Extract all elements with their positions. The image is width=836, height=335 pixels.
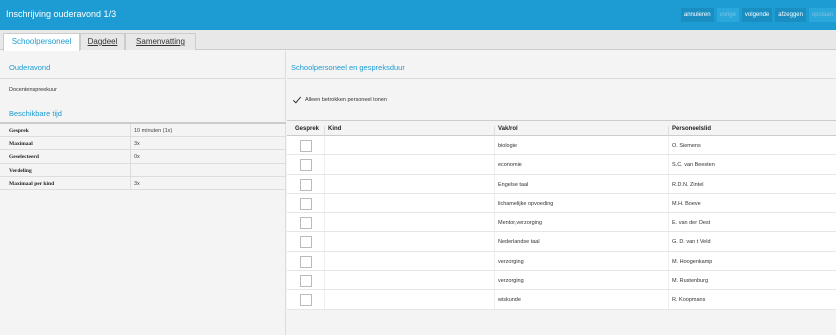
ouderavond-name: Docentenspreekuur [9,87,58,93]
checkbox-label: Alleen betrokken personeel tonen [305,97,387,103]
availability-row: Maximaal 3x [0,137,286,151]
save-button[interactable]: opslaan [808,8,836,22]
personeel-cell: R.D.N. Zintel [672,181,704,188]
col-vak: Vak/rol [498,126,518,132]
personeel-cell: G. D. van t Veld [672,239,711,246]
gesprek-checkbox[interactable] [300,255,312,268]
gesprek-checkbox[interactable] [300,275,312,288]
vak-cell: economie [498,162,522,169]
table-row: economie S.C. van Beesten [287,155,836,175]
vak-cell: Mentor,verzorging [498,220,543,227]
vak-cell: wiskunde [498,297,521,304]
availability-table: Gesprek 10 minuten (1x) Maximaal 3x Gesele… [0,124,286,190]
gesprek-checkbox[interactable] [300,236,312,249]
vak-cell: biologie [498,143,517,149]
vak-cell: Engelse taal [498,181,529,188]
col-kind: Kind [328,126,342,132]
personeel-cell: R. Koopmans [672,297,706,304]
availability-row: Maximaal per kind 3x [0,176,286,190]
personeel-cell: M. Rustenburg [672,278,709,285]
vak-cell: verzorging [498,258,524,265]
personeel-cell: S.C. van Beesten [672,162,715,169]
table-row: verzorging M. Hoogenkamp [287,251,836,272]
table-row: verzorging M. Rustenburg [287,271,836,291]
gesprek-checkbox[interactable] [300,140,312,152]
toolbar-actions: annuleren vorige volgende afzeggen opsla… [680,8,836,22]
tab-samenvatting[interactable]: Samenvatting [125,33,196,50]
next-button[interactable]: volgende [741,8,773,22]
gesprek-checkbox[interactable] [300,197,312,210]
personeel-cell: M.H. Boeve [672,200,701,207]
staff-table: Gesprek Kind Vak/rol Personeelslid biolo… [287,120,836,310]
tab-schoolpersoneel[interactable]: Schoolpersoneel [3,33,80,51]
availability-row: Geselecteerd 0x [0,150,286,164]
checkmark-icon[interactable] [293,96,301,104]
table-row: Nederlandse taal G. D. van t Veld [287,232,836,252]
gesprek-checkbox[interactable] [300,178,312,191]
personeel-cell: E. van der Oest [672,220,711,227]
personeel-cell: O. Siemens [672,143,701,149]
table-row: Engelse taal R.D.N. Zintel [287,174,836,194]
previous-button[interactable]: vorige [716,8,739,22]
cancel-button[interactable]: annuleren [680,8,714,22]
personeel-cell: M. Hoogenkamp [672,258,713,265]
vak-cell: lichamelijke opvoeding [498,200,554,207]
table-row: Mentor,verzorging E. van der Oest [287,213,836,233]
table-row: wiskunde R. Koopmans [287,290,836,310]
tab-bar: Schoolpersoneel Dagdeel Samenvatting [0,30,836,51]
table-row: lichamelijke opvoeding M.H. Boeve [287,193,836,214]
col-gesprek: Gesprek [295,126,320,132]
divider [0,78,286,79]
tab-dagdeel[interactable]: Dagdeel [80,33,125,50]
availability-row: Gesprek 10 minuten (1x) [0,124,286,138]
col-personeel: Personeelslid [672,126,712,132]
vak-cell: Nederlandse taal [498,239,540,246]
gesprek-checkbox[interactable] [300,217,312,230]
beschikbare-tijd-title: Beschikbare tijd [9,109,62,118]
availability-row: Verdeling [0,163,286,177]
right-panel: Schoolpersoneel en gespreksduur Alleen b… [287,51,836,335]
top-bar: Inschrijving ouderavond 1/3 annuleren vo… [0,0,836,30]
ouderavond-title: Ouderavond [9,63,51,72]
gesprek-checkbox[interactable] [300,159,312,172]
decline-button[interactable]: afzeggen [775,8,806,22]
only-involved-staff-checkbox[interactable]: Alleen betrokken personeel tonen [293,96,387,104]
table-header: Gesprek Kind Vak/rol Personeelslid [287,120,836,140]
window-title: Inschrijving ouderavond 1/3 [6,9,117,19]
table-row: biologie O. Siemens [287,136,836,156]
vak-cell: verzorging [498,278,524,285]
gesprek-checkbox[interactable] [300,294,312,307]
schoolpersoneel-title: Schoolpersoneel en gespreksduur [291,63,405,72]
divider [287,78,836,79]
left-panel: Ouderavond Docentenspreekuur Beschikbare… [0,51,286,335]
